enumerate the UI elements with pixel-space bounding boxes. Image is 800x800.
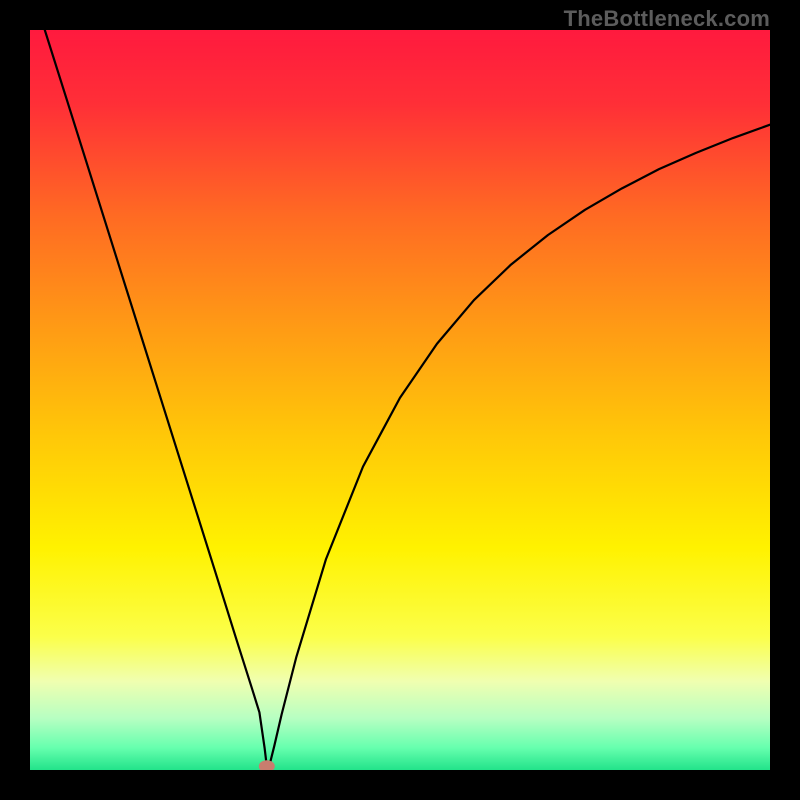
- chart-frame: TheBottleneck.com: [0, 0, 800, 800]
- bottleneck-chart: [30, 30, 770, 770]
- watermark-text: TheBottleneck.com: [564, 6, 770, 32]
